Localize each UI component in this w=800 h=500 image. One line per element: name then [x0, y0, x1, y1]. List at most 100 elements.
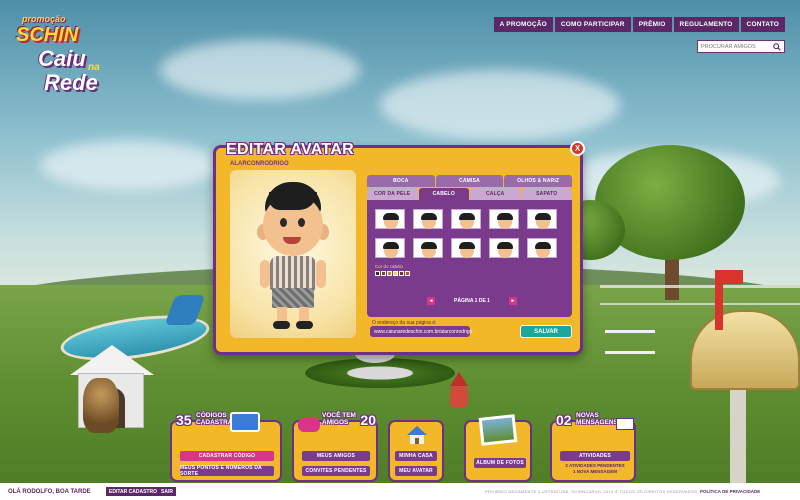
messages-title-2: MENSAGENS: [576, 418, 618, 426]
photo-album-button[interactable]: ÁLBUM DE FOTOS: [474, 458, 526, 468]
hair-color-swatch[interactable]: [393, 271, 398, 276]
hair-option[interactable]: [489, 209, 519, 229]
hair-color-swatch[interactable]: [381, 271, 386, 276]
house-icon: [406, 425, 428, 445]
hair-option[interactable]: [413, 238, 443, 258]
search-friends-box: [697, 40, 785, 53]
hair-option[interactable]: [527, 209, 557, 229]
messages-count: 02: [556, 412, 572, 428]
pending-activities-line-2: 1 NOVA MENSAGEM: [572, 468, 617, 474]
avatar-editor: BOCA CAMISA OLHOS & NARIZ COR DA PELE CA…: [367, 172, 573, 317]
hair-color-swatch[interactable]: [387, 271, 392, 276]
edit-avatar-modal: EDITAR AVATAR X ALARCONRODRIGO BOCA CAMI…: [213, 141, 585, 355]
hair-color-swatch[interactable]: [375, 271, 380, 276]
barcode-icon: [230, 412, 260, 432]
hair-options-panel: Cor do cabelo ◄ PÁGINA 1 DE 1 ►: [367, 200, 572, 317]
mailbox[interactable]: [680, 270, 800, 500]
messages-card-header: 02 NOVAS MENSAGENS: [556, 412, 618, 429]
hair-color-label: Cor do cabelo: [375, 264, 404, 269]
garden-gnome: [450, 372, 468, 408]
hair-style-grid: [375, 209, 557, 258]
photo-album-icon: [478, 414, 518, 446]
avatar-eye: [280, 218, 287, 227]
promo-logo[interactable]: promoção SCHIN Caiu na Rede: [10, 10, 130, 100]
hair-option[interactable]: [375, 238, 405, 258]
tab-calca[interactable]: CALÇA: [470, 188, 521, 200]
garden-bench: [605, 330, 655, 354]
register-code-button[interactable]: CADASTRAR CÓDIGO: [180, 451, 274, 461]
tab-sapato[interactable]: SAPATO: [521, 188, 572, 200]
avatar-shoe: [296, 321, 313, 329]
footer-bar: OLÁ RODOLFO, BOA TARDE EDITAR CADASTRO S…: [0, 483, 800, 500]
album-card: ÁLBUM DE FOTOS: [464, 414, 532, 482]
tabs-row-front: COR DA PELE CABELO CALÇA SAPATO: [367, 188, 572, 200]
my-house-button[interactable]: MINHA CASA: [395, 451, 437, 461]
close-icon: X: [574, 144, 581, 153]
friends-count: 20: [360, 412, 376, 428]
next-page-button[interactable]: ►: [509, 297, 517, 305]
tab-cor-da-pele[interactable]: COR DA PELE: [367, 188, 418, 200]
avatar-arm: [260, 260, 270, 288]
nav-a-promocao[interactable]: A PROMOÇÃO: [493, 17, 553, 32]
search-icon[interactable]: [770, 41, 784, 52]
search-input[interactable]: [698, 41, 770, 52]
friends-card-header: VOCÊ TEM AMIGOS 20: [322, 412, 376, 429]
greeting-text: OLÁ RODOLFO, BOA TARDE: [8, 488, 91, 495]
dog: [83, 378, 119, 433]
hair-option[interactable]: [527, 238, 557, 258]
house-card: MINHA CASA MEU AVATAR: [388, 420, 444, 482]
hair-option[interactable]: [451, 238, 481, 258]
messages-card: 02 NOVAS MENSAGENS ATIVIDADES 2 ATIVIDADE…: [550, 412, 636, 482]
logo-brand: SCHIN: [16, 24, 79, 46]
nav-premio[interactable]: PRÊMIO: [632, 17, 672, 32]
edit-profile-button[interactable]: EDITAR CADASTRO: [106, 487, 160, 496]
avatar-username: ALARCONRODRIGO: [230, 161, 289, 167]
tab-camisa[interactable]: CAMISA: [435, 175, 504, 187]
hair-option[interactable]: [375, 209, 405, 229]
nav-contato[interactable]: CONTATO: [740, 17, 785, 32]
avatar-arm: [316, 260, 326, 288]
nav-como-participar[interactable]: COMO PARTICIPAR: [554, 17, 631, 32]
cloud: [40, 140, 220, 190]
tab-olhos-nariz[interactable]: OLHOS & NARIZ: [504, 175, 573, 187]
hair-option[interactable]: [489, 238, 519, 258]
cloud: [380, 70, 620, 140]
modal-title: EDITAR AVATAR: [226, 141, 355, 158]
codes-count: 35: [176, 412, 192, 428]
pending-activities-line-1: 2 ATIVIDADES PENDENTES: [565, 463, 625, 468]
avatar-preview: [230, 170, 356, 338]
hair-option[interactable]: [451, 209, 481, 229]
hair-color-swatches: [375, 271, 410, 276]
hair-option[interactable]: [413, 209, 443, 229]
nav-regulamento[interactable]: REGULAMENTO: [673, 17, 739, 32]
avatar-shirt: [270, 256, 316, 290]
points-button[interactable]: MEUS PONTOS E NÚMEROS DA SORTE: [180, 465, 274, 477]
my-avatar-button[interactable]: MEU AVATAR: [395, 466, 437, 476]
prev-page-button[interactable]: ◄: [427, 297, 435, 305]
logo-line-3: Rede: [44, 70, 98, 95]
pagination: ◄ PÁGINA 1 DE 1 ►: [427, 297, 517, 305]
activities-button[interactable]: ATIVIDADES: [560, 451, 630, 461]
tab-boca[interactable]: BOCA: [367, 175, 435, 187]
codes-card: 35 CÓDIGOS CADASTRADOS CADASTRAR CÓDIGO M…: [170, 412, 282, 482]
hair-color-swatch[interactable]: [405, 271, 410, 276]
privacy-policy-link[interactable]: POLÍTICA DE PRIVACIDADE: [700, 489, 760, 494]
copyright-text: PROIBIDO NEGAMENTE ILUSTRATURA. SCHINCAR…: [485, 489, 698, 494]
pending-invites-button[interactable]: CONVITES PENDENTES: [302, 466, 370, 476]
logo-line-1: Caiu: [38, 46, 86, 71]
page-indicator: PÁGINA 1 DE 1: [454, 298, 490, 304]
avatar-eye: [298, 218, 305, 227]
logo-promo-text: promoção: [22, 14, 66, 24]
cloud: [160, 40, 360, 100]
my-friends-button[interactable]: MEUS AMIGOS: [302, 451, 370, 461]
avatar-shorts: [272, 288, 314, 308]
top-navigation: A PROMOÇÃO COMO PARTICIPAR PRÊMIO REGULA…: [493, 17, 785, 32]
hair-color-swatch[interactable]: [399, 271, 404, 276]
logout-button[interactable]: SAIR: [158, 487, 176, 496]
tab-cabelo[interactable]: CABELO: [418, 188, 469, 200]
envelope-icon: [616, 418, 634, 430]
page-url-field[interactable]: www.caiunaredeschin.com.br/alarconrodrig…: [370, 326, 472, 337]
save-button[interactable]: SALVAR: [520, 325, 572, 338]
friends-card: VOCÊ TEM AMIGOS 20 MEUS AMIGOS CONVITES P…: [292, 412, 378, 482]
close-button[interactable]: X: [570, 141, 585, 156]
